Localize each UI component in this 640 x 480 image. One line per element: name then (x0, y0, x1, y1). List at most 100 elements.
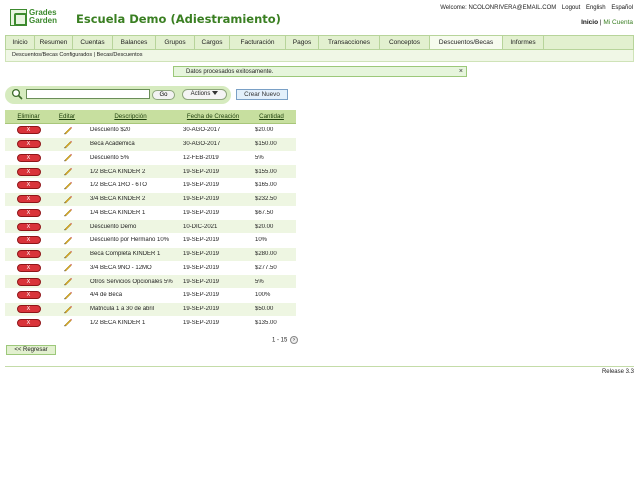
amount-cell: $232.50 (255, 196, 277, 203)
creation-date-cell: 30-AGO-2017 (183, 141, 221, 148)
delete-cell: X (5, 263, 52, 272)
delete-button[interactable]: X (16, 263, 41, 272)
nav-item-inicio[interactable]: Inicio (6, 36, 35, 49)
delete-button[interactable]: X (16, 153, 41, 162)
search-input[interactable] (26, 89, 150, 99)
breadcrumb-descuentos-configurados[interactable]: Descuentos/Becas Configurados (12, 52, 92, 58)
edit-cell[interactable] (52, 277, 82, 286)
creation-date-cell: 19-SEP-2019 (183, 168, 220, 175)
description-cell: Beca Completa KINDER 1 (90, 251, 161, 258)
description-cell: 4/4 de Beca (90, 292, 123, 299)
nav-item-grupos[interactable]: Grupos (156, 36, 195, 49)
edit-cell[interactable] (52, 236, 82, 245)
top-links: Welcome: NCOLONRIVERA@EMAIL.COM Logout E… (436, 5, 633, 11)
table-row: X 3/4 BECA KINDER 2 19-SEP-2019 $232.50 (5, 192, 296, 207)
nav-item-balances[interactable]: Balances (113, 36, 156, 49)
table-row: X Otros Servicios Opcionales 5% 19-SEP-201… (5, 275, 296, 289)
actions-button[interactable]: Actions (182, 89, 227, 100)
edit-cell[interactable] (52, 291, 82, 300)
description-cell: Descuento Demo (90, 223, 137, 230)
creation-date-cell: 19-SEP-2019 (183, 292, 220, 299)
footer-divider (5, 366, 634, 367)
next-page-icon[interactable]: › (290, 336, 299, 344)
header-fecha-creacion[interactable]: Fecha de Creación (179, 113, 247, 120)
nav-item-transacciones[interactable]: Transacciones (319, 36, 380, 49)
espanol-link[interactable]: Español (611, 5, 633, 11)
nav-item-descuentos-becas[interactable]: Descuentos/Becas (430, 36, 503, 49)
nav-item-cargos[interactable]: Cargos (195, 36, 230, 49)
back-button[interactable]: << Regresar (6, 345, 56, 355)
delete-button[interactable]: X (16, 167, 41, 176)
logout-link[interactable]: Logout (562, 5, 580, 11)
delete-button[interactable]: X (16, 181, 41, 190)
english-link[interactable]: English (586, 5, 606, 11)
edit-cell[interactable] (52, 181, 82, 190)
header-cantidad[interactable]: Cantidad (247, 113, 296, 120)
nav-item-resumen[interactable]: Resumen (35, 36, 73, 49)
chevron-down-icon (212, 91, 219, 96)
edit-cell[interactable] (52, 305, 82, 314)
inicio-link[interactable]: Inicio (581, 19, 598, 26)
nav-item-cuentas[interactable]: Cuentas (73, 36, 113, 49)
delete-button[interactable]: X (16, 236, 41, 245)
delete-cell: X (5, 236, 52, 245)
create-new-button[interactable]: Crear Nuevo (236, 89, 288, 100)
header-eliminar[interactable]: Eliminar (5, 113, 52, 120)
delete-cell: X (5, 208, 52, 217)
header-editar[interactable]: Editar (52, 113, 82, 120)
edit-cell[interactable] (52, 318, 82, 327)
amount-cell: 5% (255, 154, 264, 161)
grades-garden-logo[interactable]: Grades Garden (10, 9, 66, 27)
delete-button[interactable]: X (16, 277, 41, 286)
delete-cell: X (5, 318, 52, 327)
nav-item-informes[interactable]: Informes (503, 36, 544, 49)
header-descripcion[interactable]: Descripción (82, 113, 179, 120)
delete-button[interactable]: X (16, 305, 41, 314)
creation-date-cell: 10-DIC-2021 (183, 223, 218, 230)
account-links: Inicio | Mi Cuenta (581, 19, 633, 26)
nav-item-conceptos[interactable]: Conceptos (380, 36, 430, 49)
delete-button[interactable]: X (16, 291, 41, 300)
table-row: X Descuento 5% 12-FEB-2019 5% (5, 151, 296, 166)
amount-cell: 10% (255, 237, 268, 244)
edit-cell[interactable] (52, 126, 82, 135)
delete-cell: X (5, 277, 52, 286)
amount-cell: $67.50 (255, 209, 274, 216)
close-icon[interactable]: × (459, 67, 463, 77)
pencil-icon (63, 154, 72, 162)
table-row: X Descuento por Hermano 10% 19-SEP-2019 10% (5, 234, 296, 248)
delete-button[interactable]: X (16, 250, 41, 259)
table-row: X Beca Completa KINDER 1 19-SEP-2019 $280.0… (5, 247, 296, 262)
creation-date-cell: 19-SEP-2019 (183, 319, 220, 326)
delete-cell: X (5, 140, 52, 149)
pencil-icon (63, 305, 72, 314)
delete-button[interactable]: X (16, 126, 41, 135)
mi-cuenta-link[interactable]: Mi Cuenta (603, 19, 633, 26)
delete-button[interactable]: X (16, 140, 41, 149)
delete-button[interactable]: X (16, 318, 41, 327)
edit-cell[interactable] (52, 195, 82, 204)
delete-button[interactable]: X (16, 195, 41, 204)
pencil-icon (63, 126, 72, 135)
discounts-table: Eliminar Editar Descripción Fecha de Cre… (5, 110, 296, 331)
delete-button[interactable]: X (16, 208, 41, 217)
description-cell: Beca Academica (90, 141, 135, 148)
edit-cell[interactable] (52, 167, 82, 176)
edit-cell[interactable] (52, 222, 82, 231)
edit-cell[interactable] (52, 263, 82, 272)
nav-item-pagos[interactable]: Pagos (286, 36, 319, 49)
go-button[interactable]: Go (152, 90, 175, 100)
table-body: X Descuento $20 30-AGO-2017 $20.00 X Beca Aca… (5, 124, 296, 331)
table-row: X Descuento Demo 10-DIC-2021 $20.00 (5, 220, 296, 234)
delete-button[interactable]: X (16, 222, 41, 231)
edit-cell[interactable] (52, 140, 82, 149)
breadcrumb-becas-descuentos[interactable]: Becas/Descuentos (97, 52, 143, 58)
edit-cell[interactable] (52, 250, 82, 259)
amount-cell: $150.00 (255, 141, 277, 148)
amount-cell: $155.00 (255, 168, 277, 175)
amount-cell: $50.00 (255, 306, 274, 313)
edit-cell[interactable] (52, 208, 82, 217)
pencil-icon (63, 181, 72, 190)
edit-cell[interactable] (52, 153, 82, 162)
nav-item-facturacion[interactable]: Facturación (230, 36, 286, 49)
